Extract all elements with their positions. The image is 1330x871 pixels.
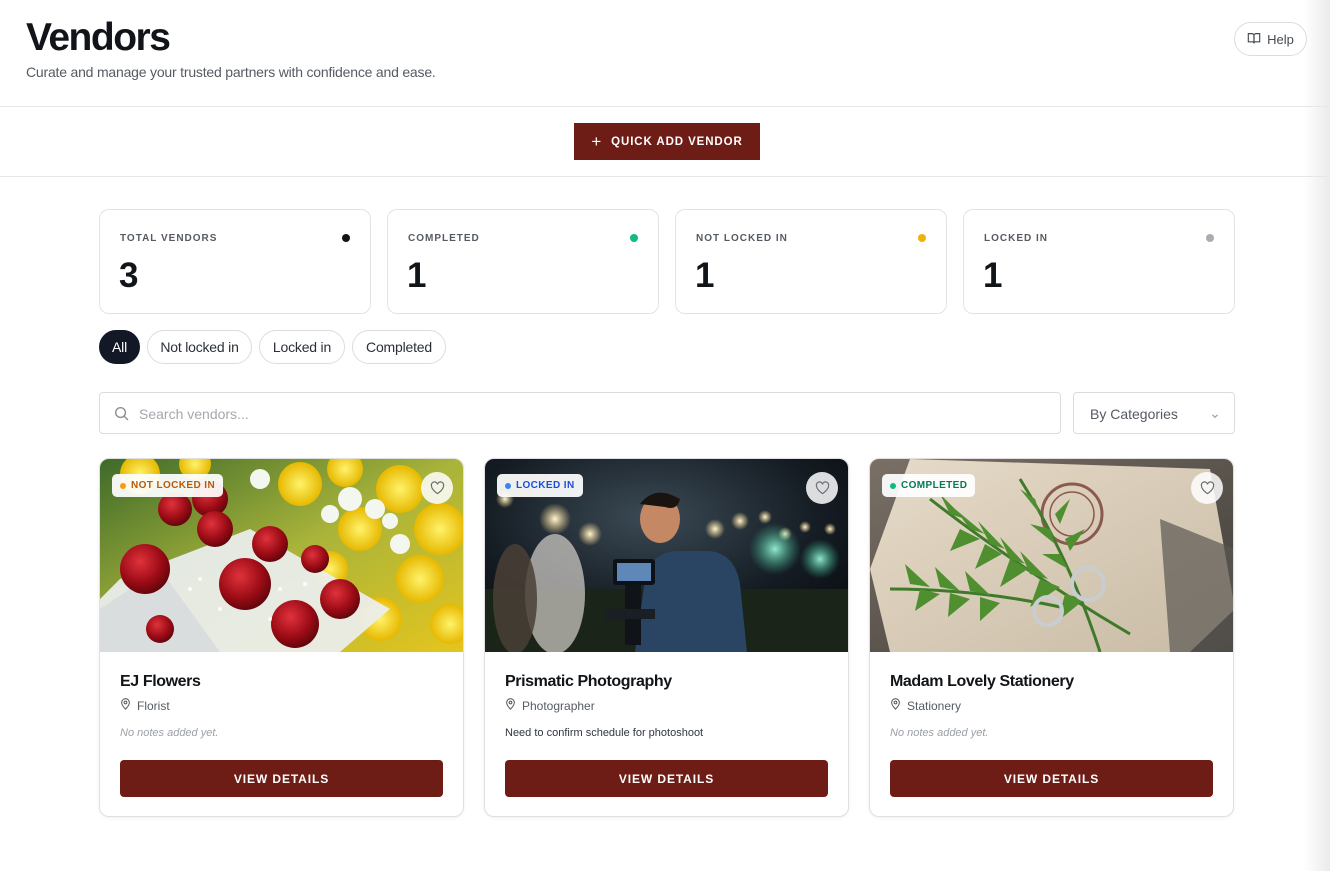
stat-card-completed: COMPLETED 1 xyxy=(387,209,659,314)
vendor-note: Need to confirm schedule for photoshoot xyxy=(505,727,704,739)
stat-label: NOT LOCKED IN xyxy=(696,233,788,244)
page-header: Vendors Curate and manage your trusted p… xyxy=(0,0,1330,107)
page-title: Vendors xyxy=(26,16,171,59)
filter-tab-locked-in[interactable]: Locked in xyxy=(259,330,345,364)
help-button[interactable]: Help xyxy=(1234,22,1307,56)
vendor-photo-flowers: NOT LOCKED IN xyxy=(100,459,463,652)
stat-value: 1 xyxy=(695,256,715,295)
location-pin-icon xyxy=(505,698,516,713)
favorite-button[interactable] xyxy=(1191,472,1223,504)
vendor-name: Madam Lovely Stationery xyxy=(890,673,1074,690)
help-label: Help xyxy=(1267,31,1294,47)
stat-card-locked-in: LOCKED IN 1 xyxy=(963,209,1235,314)
stat-label: TOTAL VENDORS xyxy=(120,233,218,244)
vendor-category-label: Florist xyxy=(137,698,170,713)
favorite-button[interactable] xyxy=(421,472,453,504)
location-pin-icon xyxy=(890,698,901,713)
book-icon xyxy=(1247,31,1261,48)
status-dot-icon xyxy=(1206,234,1214,242)
stat-card-total: TOTAL VENDORS 3 xyxy=(99,209,371,314)
stat-card-not-locked-in: NOT LOCKED IN 1 xyxy=(675,209,947,314)
vendor-category: Photographer xyxy=(505,698,595,713)
vendor-name: EJ Flowers xyxy=(120,673,201,690)
page-subtitle: Curate and manage your trusted partners … xyxy=(26,64,436,80)
stat-value: 3 xyxy=(119,256,139,295)
vendor-card: LOCKED IN Prismatic Photography Photogra… xyxy=(484,458,849,817)
filter-tab-completed[interactable]: Completed xyxy=(352,330,446,364)
location-pin-icon xyxy=(120,698,131,713)
search-box xyxy=(99,392,1061,434)
quick-add-label: QUICK ADD VENDOR xyxy=(611,135,743,148)
search-icon xyxy=(114,406,129,426)
status-dot-icon xyxy=(342,234,350,242)
plus-icon: + xyxy=(591,131,603,151)
stat-value: 1 xyxy=(407,256,427,295)
vendor-card: COMPLETED Madam Lovely Stationery Statio… xyxy=(869,458,1234,817)
status-dot-icon xyxy=(630,234,638,242)
stat-label: COMPLETED xyxy=(408,233,480,244)
quick-add-vendor-button[interactable]: + QUICK ADD VENDOR xyxy=(574,123,760,160)
status-badge: LOCKED IN xyxy=(497,474,583,497)
status-badge-label: COMPLETED xyxy=(901,480,968,491)
status-dot-icon xyxy=(918,234,926,242)
filter-tab-not-locked-in[interactable]: Not locked in xyxy=(147,330,252,364)
view-details-button[interactable]: VIEW DETAILS xyxy=(890,760,1213,797)
status-badge: COMPLETED xyxy=(882,474,976,497)
status-badge: NOT LOCKED IN xyxy=(112,474,224,497)
vendor-name: Prismatic Photography xyxy=(505,673,672,690)
chevron-down-icon xyxy=(1210,408,1220,426)
favorite-button[interactable] xyxy=(806,472,838,504)
status-badge-label: NOT LOCKED IN xyxy=(131,480,216,491)
quick-add-bar: + QUICK ADD VENDOR xyxy=(0,107,1330,177)
heart-icon xyxy=(430,481,445,495)
category-select[interactable]: By Categories xyxy=(1073,392,1235,434)
vendor-card: NOT LOCKED IN EJ Flowers Florist No note… xyxy=(99,458,464,817)
heart-icon xyxy=(815,481,830,495)
vendor-photo-photographer: LOCKED IN xyxy=(485,459,848,652)
vendor-photo-stationery: COMPLETED xyxy=(870,459,1233,652)
heart-icon xyxy=(1200,481,1215,495)
vendor-note: No notes added yet. xyxy=(890,727,989,739)
view-details-button[interactable]: VIEW DETAILS xyxy=(120,760,443,797)
stat-label: LOCKED IN xyxy=(984,233,1048,244)
search-input[interactable] xyxy=(139,403,1039,425)
category-select-value: By Categories xyxy=(1090,406,1178,422)
vendor-category: Stationery xyxy=(890,698,961,713)
vendor-category-label: Photographer xyxy=(522,698,595,713)
vendor-category: Florist xyxy=(120,698,170,713)
filter-tab-all[interactable]: All xyxy=(99,330,140,364)
view-details-button[interactable]: VIEW DETAILS xyxy=(505,760,828,797)
vendor-note: No notes added yet. xyxy=(120,727,219,739)
stat-value: 1 xyxy=(983,256,1003,295)
vendor-category-label: Stationery xyxy=(907,698,962,713)
status-badge-label: LOCKED IN xyxy=(516,480,575,491)
